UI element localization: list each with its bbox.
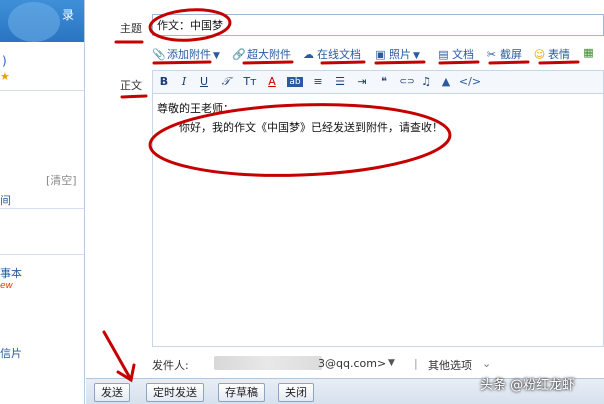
login-link[interactable]: 录 [62,6,74,23]
left-sidebar: 录 ) ★ [清空] 间 事本 ew 信片 [0,0,85,404]
screenshot-icon: ✂ [486,48,497,61]
highlight-icon[interactable]: ab [287,77,303,87]
sidebar-divider [0,208,84,209]
compose-panel: 主题 📎添加附件▼ 🔗超大附件 ☁在线文档 ▣照片▼ ▤文档 ✂截屏 ☺表情 ▦… [86,0,604,378]
attachment-toolbar: 📎添加附件 ▼ 🔗超大附件 ☁ 在线文档 ▣ 照片 ▼ ▤ 文档 ✂ 截屏 ☺ 表情 ▦ [152,44,604,64]
sidebar-item-notepad[interactable]: 事本 [0,265,22,281]
paperclip-icon: 📎 [152,48,166,61]
sidebar-item-1[interactable]: 间 [0,192,11,208]
sender-address-blurred [214,356,322,370]
sender-row: 发件人: 3@qq.com> ▼ | 其他选项 ⌄ [152,355,604,373]
chevron-down-icon[interactable]: ▼ [413,51,420,61]
save-draft-button[interactable]: 存草稿 [218,383,265,402]
document-icon: ▤ [438,48,449,61]
sender-address[interactable]: 3@qq.com> [318,357,386,370]
body-editor[interactable]: 尊敬的王老师： 你好，我的作文《中国梦》已经发送到附件，请查收！ [152,94,604,347]
font-color-icon[interactable]: A [265,75,279,88]
qq-mail-logo [8,2,60,42]
separator: | [414,357,418,370]
online-doc-icon: ☁ [303,48,314,61]
add-attachment-label: 添加附件 [167,48,211,61]
other-options-link[interactable]: 其他选项 [428,357,472,373]
italic-icon[interactable]: I [177,75,191,88]
chevron-down-icon[interactable]: ▼ [213,51,220,61]
ordered-list-icon[interactable]: ☰ [333,75,347,88]
document-button[interactable]: ▤ 文档 [437,46,474,62]
star-icon[interactable]: ★ [0,70,10,83]
photo-icon: ▣ [375,48,386,61]
add-attachment-button[interactable]: 📎添加附件 ▼ [152,46,220,62]
body-label: 正文 [120,79,142,92]
screenshot-button[interactable]: ✂ 截屏 [485,46,522,62]
emoji-label: 表情 [548,48,570,61]
chevron-double-down-icon[interactable]: ⌄ [482,357,491,370]
paint-icon[interactable]: ▲ [439,75,453,88]
indent-icon[interactable]: ⇥ [355,75,369,88]
large-attachment-button[interactable]: 🔗超大附件 [232,46,291,62]
sidebar-divider [0,90,84,91]
music-icon[interactable]: ♫ [419,75,433,88]
more-apps-icon: ▦ [583,46,594,59]
photo-button[interactable]: ▣ 照片 ▼ [374,46,420,62]
photo-label: 照片 [389,48,411,61]
sender-label: 发件人: [152,359,189,372]
quote-icon[interactable]: ❝ [377,75,391,88]
watermark: 头条 @粉红龙虾 [480,378,576,393]
emoji-icon: ☺ [533,48,546,61]
subject-input[interactable] [152,14,604,36]
scheduled-send-button[interactable]: 定时发送 [146,383,204,402]
bold-icon[interactable]: B [157,75,171,88]
large-attachment-icon: 🔗 [232,48,246,61]
screenshot-label: 截屏 [500,48,522,61]
underline-icon[interactable]: U [197,75,211,88]
document-label: 文档 [452,48,474,61]
online-doc-label: 在线文档 [317,48,361,61]
font-size-icon[interactable]: Tᴛ [241,75,259,88]
clear-format-icon[interactable]: 𝒯 [219,75,233,89]
sender-dropdown-icon[interactable]: ▼ [388,358,395,368]
emoji-button[interactable]: ☺ 表情 [533,46,570,62]
format-toolbar: B I U 𝒯 Tᴛ A ab ≡ ☰ ⇥ ❝ ⊂⊃ ♫ ▲ </> [152,70,604,94]
more-apps-button[interactable]: ▦ [582,46,597,59]
sidebar-header: 录 [0,0,84,42]
send-button[interactable]: 发送 [94,383,130,402]
new-badge: ew [0,281,13,291]
source-code-icon[interactable]: </> [457,75,483,88]
align-icon[interactable]: ≡ [311,75,325,88]
sidebar-divider [0,254,84,255]
close-button[interactable]: 关闭 [278,383,314,402]
inbox-count[interactable]: ) [2,54,7,68]
clear-link[interactable]: [清空] [46,172,77,188]
sidebar-item-postcard[interactable]: 信片 [0,345,22,361]
link-icon[interactable]: ⊂⊃ [397,77,417,87]
body-content: 你好，我的作文《中国梦》已经发送到附件，请查收！ [179,121,443,134]
body-greeting: 尊敬的王老师： [157,102,234,115]
subject-label: 主题 [120,22,142,35]
large-attachment-label: 超大附件 [247,48,291,61]
online-doc-button[interactable]: ☁ 在线文档 [302,46,361,62]
